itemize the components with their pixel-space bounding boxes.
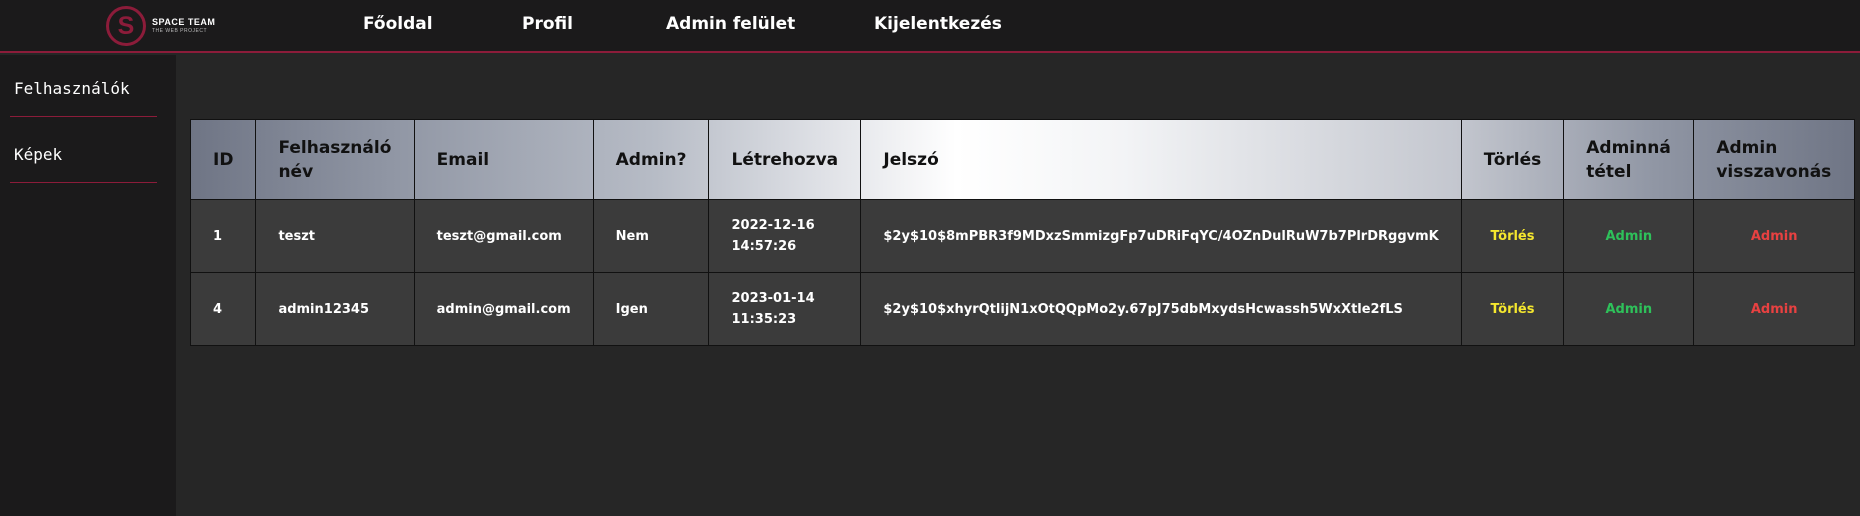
cell-delete: Törlés [1460,272,1565,346]
sidebar-item-users[interactable]: Felhasználók [10,55,157,117]
logo-subtitle: THE WEB PROJECT [152,28,208,34]
cell-username: teszt [255,199,415,273]
column-header-created: Létrehozva [708,119,862,200]
revoke-admin-link[interactable]: Admin [1751,229,1798,244]
cell-make-admin: Admin [1563,199,1695,273]
logo-title: SPACE TEAM [152,17,216,27]
column-header-email: Email [413,119,594,200]
created-date: 2023-01-14 [731,291,815,306]
logo-s-icon: S [106,6,146,46]
sidebar-item-label: Képek [14,145,63,164]
cell-delete: Törlés [1460,199,1565,273]
top-navbar: S SPACE TEAM THE WEB PROJECT Főoldal Pro… [0,0,1860,53]
created-time: 14:57:26 [731,239,797,254]
column-header-password: Jelszó [860,119,1462,200]
cell-revoke-admin: Admin [1693,199,1855,273]
table-row: 1 teszt teszt@gmail.com Nem 2022-12-16 1… [189,199,1855,273]
created-time: 11:35:23 [731,312,797,327]
column-header-admin: Admin? [592,119,710,200]
column-header-make-admin: Adminná tétel [1563,119,1695,200]
cell-make-admin: Admin [1563,272,1695,346]
table-row: 4 admin12345 admin@gmail.com Igen 2023-0… [189,272,1855,346]
cell-email: admin@gmail.com [413,272,594,346]
make-admin-link[interactable]: Admin [1605,302,1652,317]
nav-profile-link[interactable]: Profil [522,14,573,34]
cell-created: 2023-01-14 11:35:23 [708,272,862,346]
column-header-revoke-admin: Admin visszavonás [1693,119,1855,200]
delete-user-link[interactable]: Törlés [1490,302,1534,317]
column-header-username: Felhasználó név [255,119,415,200]
cell-admin: Nem [592,199,710,273]
sidebar-item-label: Felhasználók [14,79,130,98]
revoke-admin-link[interactable]: Admin [1751,302,1798,317]
sidebar-item-images[interactable]: Képek [10,121,157,183]
users-table: ID Felhasználó név Email Admin? Létrehoz… [189,119,1855,346]
table-header-row: ID Felhasználó név Email Admin? Létrehoz… [189,119,1855,200]
cell-revoke-admin: Admin [1693,272,1855,346]
sidebar: Felhasználók Képek [0,55,176,516]
cell-id: 4 [189,272,257,346]
nav-admin-link[interactable]: Admin felület [666,14,795,34]
cell-password: $2y$10$xhyrQtlijN1xOtQQpMo2y.67pJ75dbMxy… [860,272,1462,346]
nav-logout-link[interactable]: Kijelentkezés [874,14,1002,34]
created-date: 2022-12-16 [731,218,815,233]
cell-created: 2022-12-16 14:57:26 [708,199,862,273]
column-header-delete: Törlés [1460,119,1565,200]
delete-user-link[interactable]: Törlés [1490,229,1534,244]
cell-email: teszt@gmail.com [413,199,594,273]
space-team-logo[interactable]: S SPACE TEAM THE WEB PROJECT [106,5,215,47]
cell-admin: Igen [592,272,710,346]
column-header-id: ID [189,119,257,200]
nav-home-link[interactable]: Főoldal [363,14,433,34]
logo-text: SPACE TEAM THE WEB PROJECT [152,18,215,34]
cell-password: $2y$10$8mPBR3f9MDxzSmmizgFp7uDRiFqYC/4OZ… [860,199,1462,273]
cell-username: admin12345 [255,272,415,346]
make-admin-link[interactable]: Admin [1605,229,1652,244]
cell-id: 1 [189,199,257,273]
